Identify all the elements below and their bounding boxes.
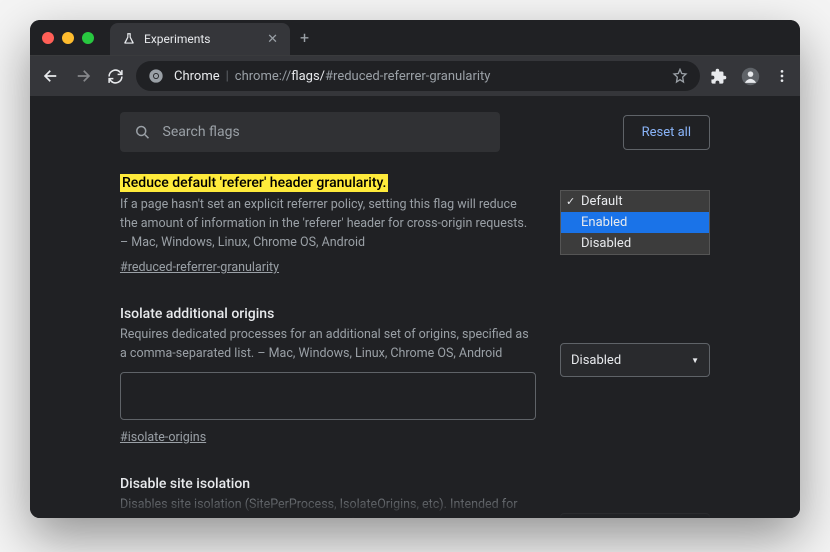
- search-icon: [134, 123, 151, 141]
- reload-button[interactable]: [104, 65, 126, 87]
- url-text: Chrome | chrome://flags/#reduced-referre…: [174, 69, 490, 84]
- minimize-window-button[interactable]: [62, 32, 74, 44]
- dropdown-option-enabled[interactable]: Enabled: [561, 212, 709, 233]
- flag-item: Isolate additional origins Requires dedi…: [120, 303, 710, 445]
- chrome-icon: [148, 68, 164, 84]
- maximize-window-button[interactable]: [82, 32, 94, 44]
- flag-select-dropdown: ✓Default Enabled Disabled: [560, 190, 710, 255]
- flag-origins-textarea[interactable]: [120, 372, 536, 420]
- flag-description: If a page hasn't set an explicit referre…: [120, 196, 536, 252]
- flag-title: Isolate additional origins: [120, 306, 274, 322]
- tab-title: Experiments: [144, 32, 259, 46]
- close-tab-icon[interactable]: ✕: [267, 32, 278, 47]
- reset-all-button[interactable]: Reset all: [623, 115, 710, 150]
- flag-select[interactable]: Disabled ▼: [560, 343, 710, 377]
- bookmark-star-icon[interactable]: [672, 68, 688, 84]
- window-controls: [42, 32, 94, 44]
- toolbar: Chrome | chrome://flags/#reduced-referre…: [30, 56, 800, 96]
- page-content: Reset all Reduce default 'referer' heade…: [30, 96, 800, 518]
- toolbar-actions: [710, 67, 790, 86]
- titlebar: Experiments ✕ +: [30, 20, 800, 56]
- flag-hash-link[interactable]: #reduced-referrer-granularity: [120, 260, 279, 275]
- check-icon: ✓: [566, 195, 575, 208]
- flag-description: Disables site isolation (SitePerProcess,…: [120, 496, 536, 518]
- extensions-icon[interactable]: [710, 68, 727, 85]
- kebab-menu-icon[interactable]: [774, 68, 790, 84]
- search-flags-field[interactable]: [163, 124, 486, 140]
- flask-icon: [122, 32, 136, 46]
- dropdown-option-disabled[interactable]: Disabled: [561, 233, 709, 254]
- flag-hash-link[interactable]: #isolate-origins: [120, 430, 206, 445]
- flag-title: Disable site isolation: [120, 476, 250, 492]
- back-button[interactable]: [40, 65, 62, 87]
- search-flags-input[interactable]: [120, 112, 500, 152]
- new-tab-button[interactable]: +: [300, 28, 309, 47]
- profile-avatar-icon[interactable]: [741, 67, 760, 86]
- browser-window: Experiments ✕ + Chrome | chrome://flags/…: [30, 20, 800, 518]
- browser-tab[interactable]: Experiments ✕: [110, 23, 290, 55]
- flag-item: Reduce default 'referer' header granular…: [120, 172, 710, 275]
- dropdown-option-default[interactable]: ✓Default: [561, 191, 709, 212]
- flag-title: Reduce default 'referer' header granular…: [120, 174, 388, 192]
- flag-item: Disable site isolation Disables site iso…: [120, 473, 710, 518]
- address-bar[interactable]: Chrome | chrome://flags/#reduced-referre…: [136, 61, 700, 91]
- flag-description: Requires dedicated processes for an addi…: [120, 326, 536, 364]
- close-window-button[interactable]: [42, 32, 54, 44]
- chevron-down-icon: ▼: [691, 356, 699, 365]
- flag-select[interactable]: Default ▼: [560, 513, 710, 518]
- forward-button[interactable]: [72, 65, 94, 87]
